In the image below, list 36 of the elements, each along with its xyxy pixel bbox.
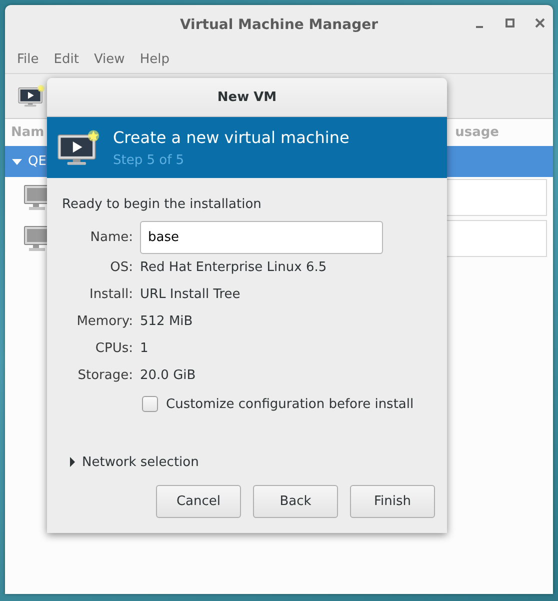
field-label: CPUs: <box>95 341 133 356</box>
field-value: 1 <box>140 341 148 356</box>
menu-item[interactable]: View <box>90 52 134 66</box>
menu-item[interactable]: Edit <box>50 52 88 66</box>
dialog-button[interactable]: Back <box>253 485 338 518</box>
monitor-star-icon <box>18 84 45 108</box>
header-title: Create a new virtual machine <box>113 128 350 146</box>
monitor-icon <box>24 226 47 252</box>
menu-item[interactable]: Help <box>136 52 178 66</box>
window-title: Virtual Machine Manager <box>180 17 378 33</box>
intro-text: Ready to begin the installation <box>62 197 262 212</box>
dialog-button[interactable]: Cancel <box>156 485 241 518</box>
field-value: 512 MiB <box>140 314 193 329</box>
field-value: Red Hat Enterprise Linux 6.5 <box>140 260 327 275</box>
field-label: Storage: <box>78 368 133 383</box>
expander-arrow-icon[interactable] <box>11 156 23 166</box>
field-value: URL Install Tree <box>140 287 240 302</box>
field-label: Memory: <box>76 314 133 329</box>
name-field[interactable]: base <box>140 221 383 254</box>
new-vm-button[interactable] <box>18 84 45 108</box>
monitor-icon <box>24 184 47 210</box>
step-label: Step 5 of 5 <box>113 152 186 168</box>
field-value: 20.0 GiB <box>140 368 196 383</box>
field-label: OS: <box>110 260 133 275</box>
field-label: Install: <box>89 287 133 302</box>
close-icon[interactable] <box>535 17 545 29</box>
menu-item[interactable]: File <box>13 52 48 66</box>
monitor-star-icon <box>57 128 100 166</box>
checkbox-label[interactable]: Customize configuration before install <box>166 396 414 412</box>
field-label: Name: <box>90 230 133 245</box>
dialog-title: New VM <box>217 90 277 104</box>
maximize-icon[interactable] <box>505 17 515 29</box>
network-expander[interactable]: Network selection <box>69 453 199 471</box>
expander-arrow-icon <box>69 457 76 467</box>
dialog-button[interactable]: Finish <box>350 485 435 518</box>
checkbox[interactable] <box>142 396 158 412</box>
